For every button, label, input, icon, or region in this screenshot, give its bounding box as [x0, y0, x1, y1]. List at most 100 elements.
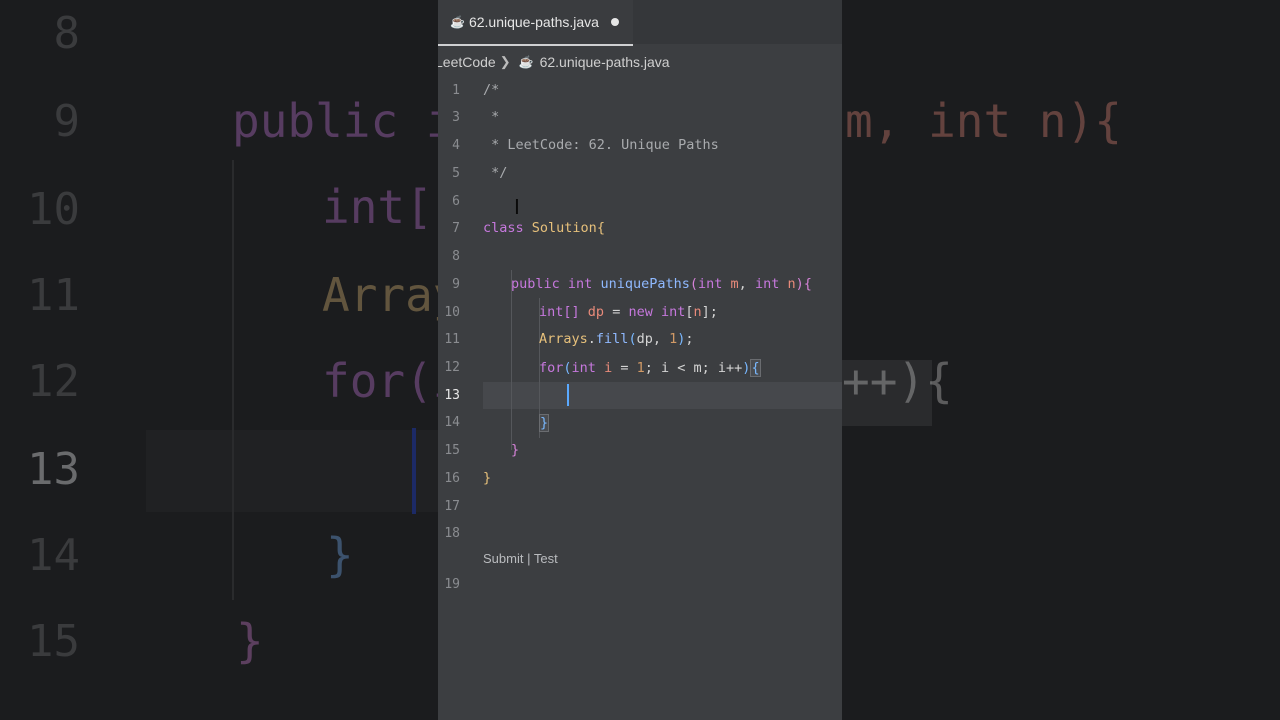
bg-line-number: 10 — [27, 184, 80, 235]
code-line-4: * LeetCode: 62. Unique Paths — [483, 137, 719, 153]
loop-condition: ; i < m; i++ — [644, 360, 743, 376]
bg-line-number: 15 — [27, 616, 80, 667]
class-name: Arrays — [539, 331, 588, 347]
matched-brace: } — [539, 414, 550, 432]
tab-label: 62.unique-paths.java — [468, 14, 599, 30]
line-number: 3 — [452, 110, 460, 125]
number: 1 — [636, 360, 645, 376]
indent-guide — [511, 270, 512, 450]
code-line-11: Arrays.fill(dp, 1); — [539, 331, 694, 347]
bracket: ]; — [701, 304, 718, 320]
code-line-1: /* — [483, 82, 500, 98]
bg-indent-guide — [232, 160, 234, 600]
operator: = — [620, 360, 637, 376]
number: 1 — [669, 331, 678, 347]
breadcrumb-file[interactable]: 62.unique-paths.java — [540, 54, 670, 70]
text-cursor — [567, 384, 569, 406]
bg-code-snippet: ++){ — [842, 354, 953, 408]
method-name: uniquePaths — [600, 276, 690, 292]
bg-line-number: 12 — [27, 356, 80, 407]
paren: ( — [628, 331, 637, 347]
line-number: 16 — [444, 471, 460, 486]
line-number: 18 — [444, 526, 460, 541]
codelens-actions: Submit | Test — [483, 551, 558, 566]
line-number: 11 — [444, 332, 460, 347]
line-number: 17 — [444, 499, 460, 514]
keyword: int — [567, 276, 593, 292]
keyword: int — [698, 276, 723, 292]
code-editor[interactable]: ☕ 62.unique-paths.java LeetCode ❯ ☕ 62.u… — [438, 0, 842, 720]
breadcrumb: LeetCode ❯ ☕ 62.unique-paths.java — [438, 50, 670, 74]
bg-code-snippet: } — [236, 614, 264, 668]
code-line-14: } — [539, 414, 550, 432]
chevron-right-icon: ❯ — [499, 54, 511, 69]
code-line-7: class Solution{ — [483, 220, 605, 236]
line-number: 8 — [452, 249, 460, 264]
bg-code-snippet: } — [326, 528, 354, 582]
variable: dp — [587, 304, 605, 320]
codelens-separator: | — [523, 551, 534, 566]
tab-62-unique-paths[interactable]: ☕ 62.unique-paths.java — [438, 0, 633, 46]
breadcrumb-folder[interactable]: LeetCode — [438, 54, 496, 70]
paren: ) — [742, 360, 751, 376]
class-name: Solution — [531, 220, 597, 236]
unsaved-dot-icon[interactable] — [610, 18, 619, 26]
code-line-3: * — [483, 109, 500, 125]
paren: ( — [689, 276, 698, 292]
line-number: 7 — [452, 221, 460, 236]
keyword: for — [539, 360, 564, 376]
line-number: 15 — [444, 443, 460, 458]
keyword: int — [661, 304, 686, 320]
code-line-9: public int uniquePaths(int m, int n){ — [511, 276, 812, 292]
code-line-10: int[] dp = new int[n]; — [539, 304, 718, 320]
paren: ) — [795, 276, 804, 292]
brace: { — [803, 276, 812, 292]
bg-caret — [412, 428, 416, 514]
variable: i — [604, 360, 613, 376]
code-line-5: */ — [483, 165, 508, 181]
param: m — [730, 276, 739, 292]
line-number: 14 — [444, 415, 460, 430]
comma: , — [738, 276, 755, 292]
paren: ( — [563, 360, 572, 376]
line-number: 1 — [452, 83, 460, 98]
line-number: 9 — [452, 277, 460, 292]
line-number: 12 — [444, 360, 460, 375]
matched-brace: { — [750, 359, 761, 377]
line-number: 10 — [444, 305, 460, 320]
brace: { — [596, 220, 605, 236]
bg-line-number: 8 — [53, 8, 81, 59]
keyword: int — [571, 360, 596, 376]
semicolon: ; — [685, 331, 694, 347]
test-link[interactable]: Test — [534, 551, 558, 566]
line-number: 5 — [452, 166, 460, 181]
code-line-16: } — [483, 470, 492, 486]
bracket: [ — [685, 304, 694, 320]
dot: . — [587, 331, 596, 347]
keyword: int — [754, 276, 780, 292]
java-file-icon: ☕ — [518, 55, 534, 69]
code-line-12: for(int i = 1; i < m; i++){ — [539, 359, 761, 377]
line-number-active: 13 — [444, 388, 460, 403]
line-number: 6 — [452, 194, 460, 209]
java-file-icon: ☕ — [450, 15, 465, 29]
bg-current-line — [146, 430, 438, 512]
ibeam-cursor-icon: I — [514, 195, 520, 219]
method-name: fill — [595, 331, 629, 347]
arguments: dp, — [636, 331, 670, 347]
tab-bar: ☕ 62.unique-paths.java — [438, 0, 842, 46]
keyword: public — [511, 276, 560, 292]
variable: n — [693, 304, 702, 320]
bg-line-number-active: 13 — [27, 444, 80, 495]
current-line-highlight — [483, 382, 842, 409]
submit-link[interactable]: Submit — [483, 551, 523, 566]
code-line-15: } — [511, 442, 520, 458]
operator: = — [612, 304, 621, 320]
bg-line-number: 9 — [53, 96, 81, 147]
keyword: int[] — [539, 304, 580, 320]
bg-code-snippet: m, int n){ — [845, 94, 1122, 148]
line-number: 19 — [444, 577, 460, 592]
param: n — [787, 276, 796, 292]
bg-line-number: 14 — [27, 530, 80, 581]
keyword: class — [483, 220, 524, 236]
